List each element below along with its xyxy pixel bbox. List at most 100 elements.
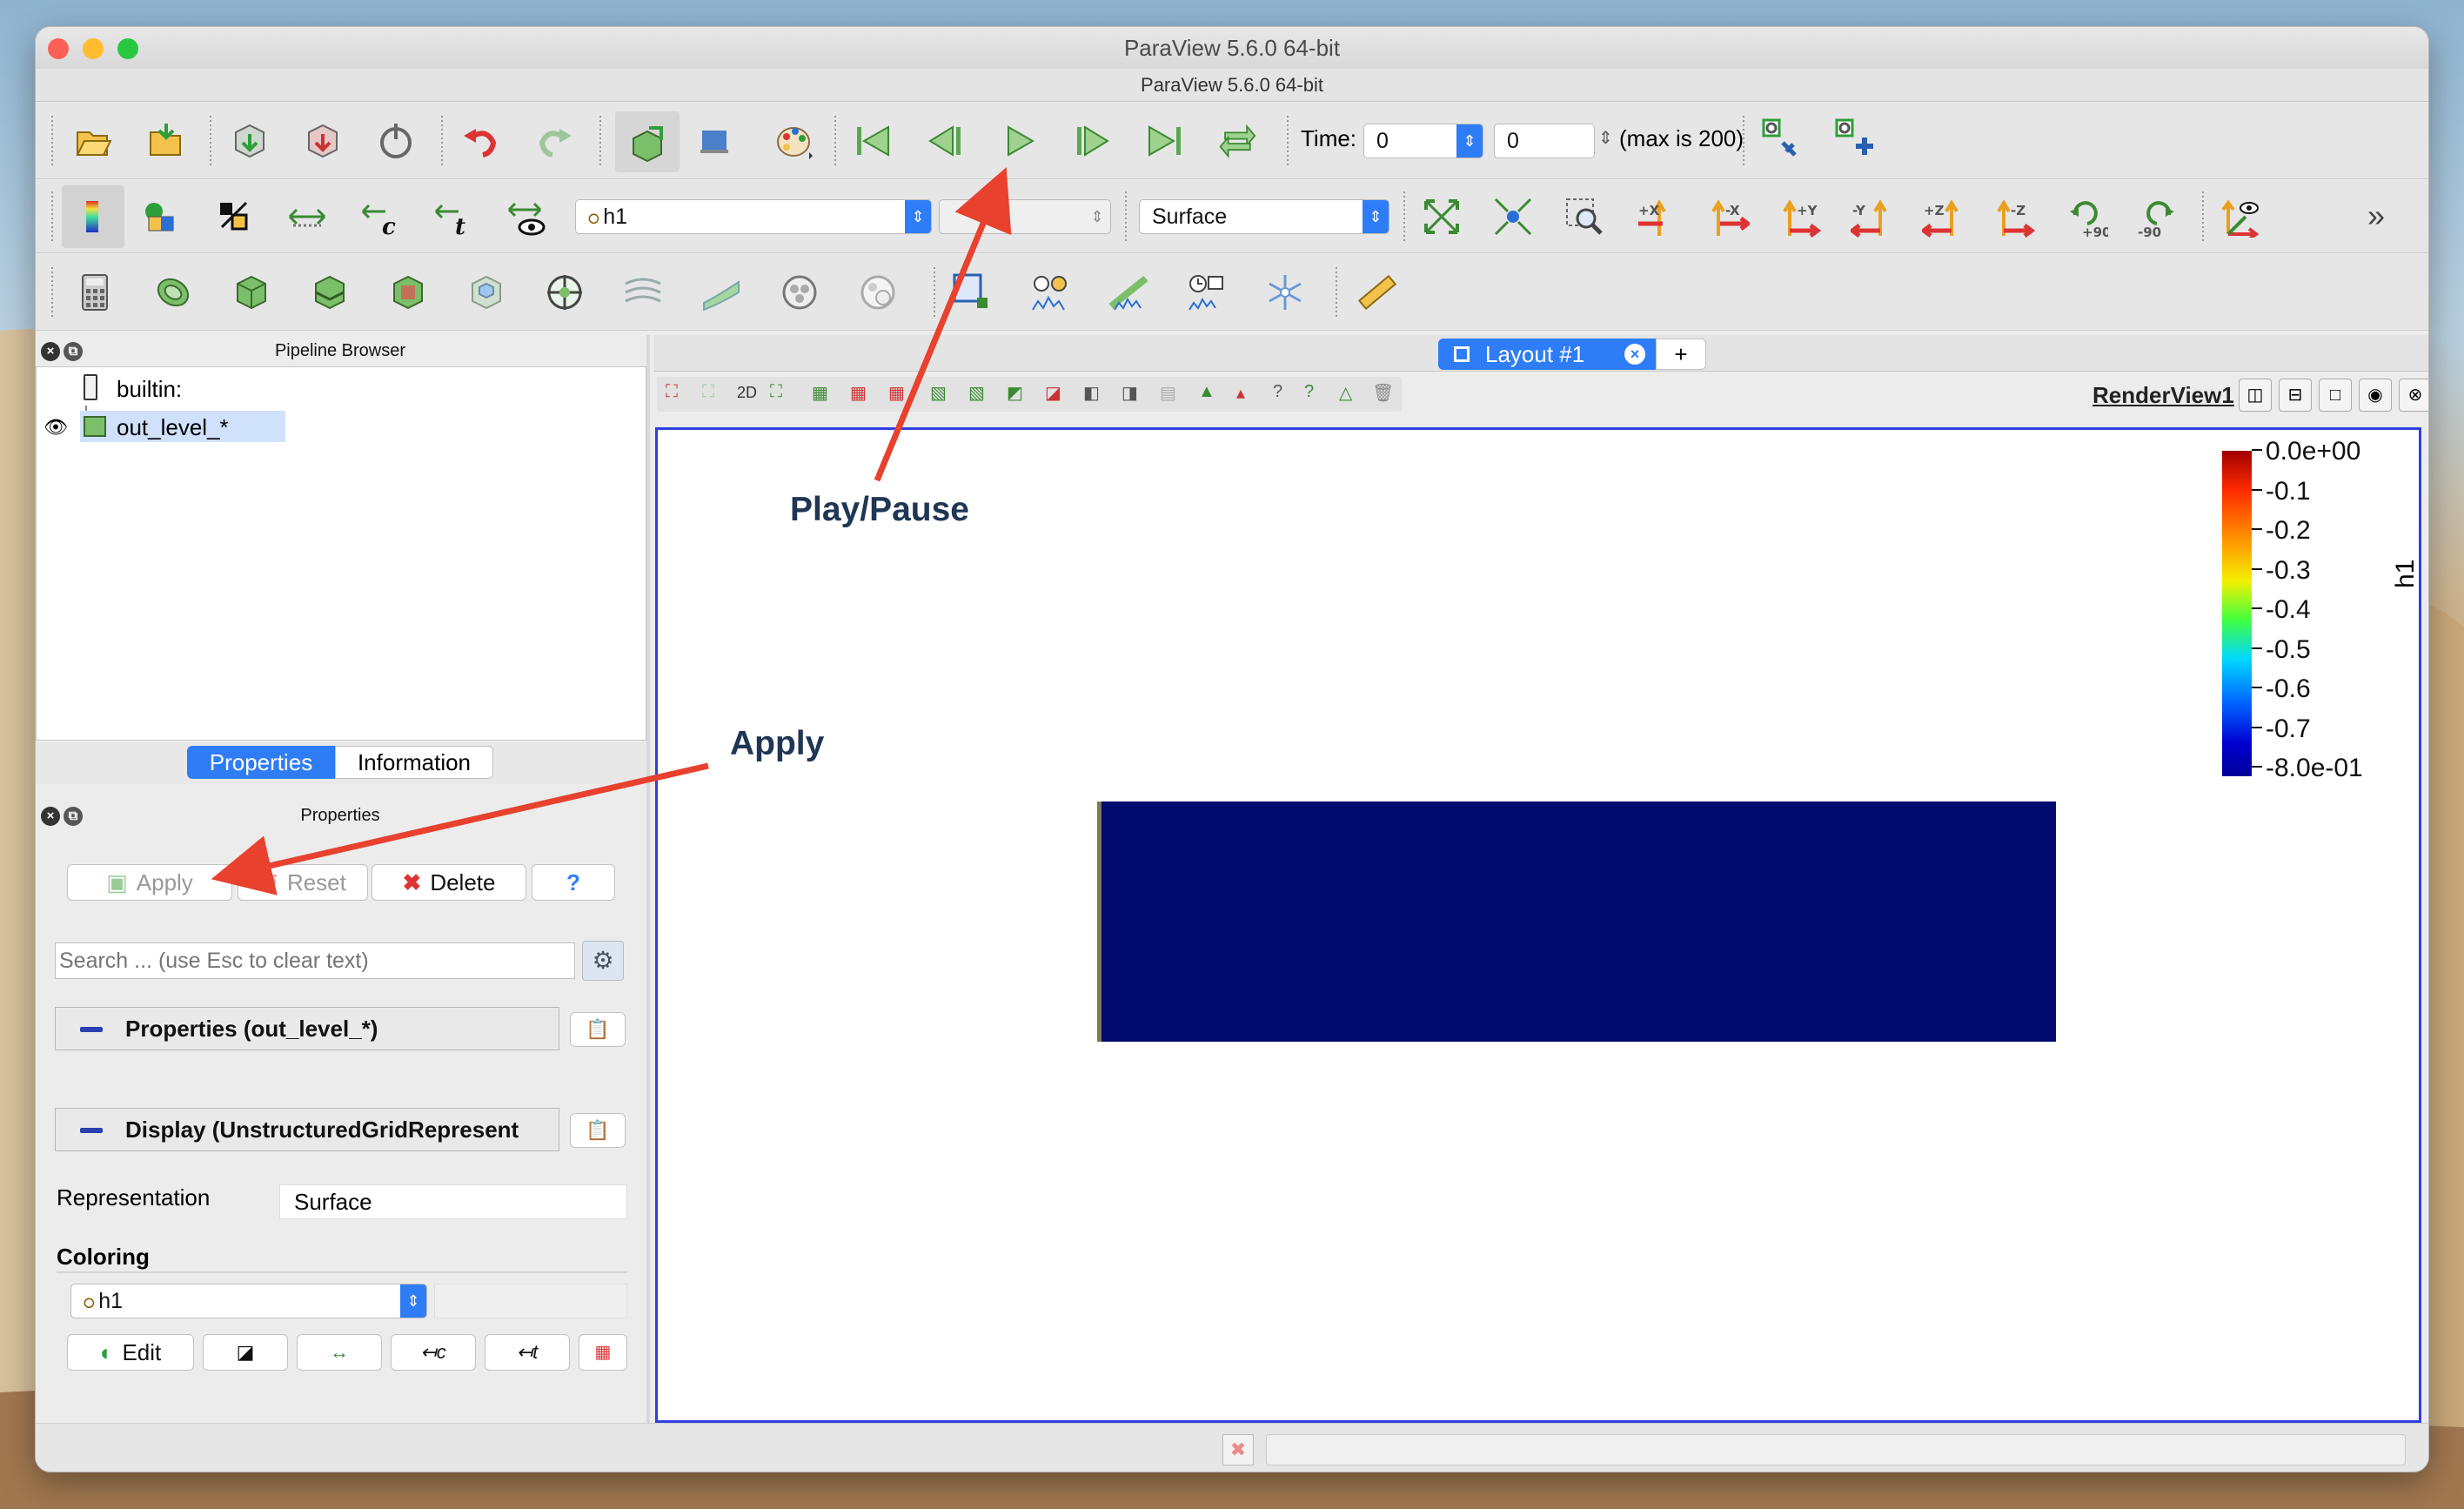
- view-minus-z-icon[interactable]: -Z: [1990, 192, 2039, 241]
- add-selection-icon[interactable]: [1830, 113, 1878, 162]
- query-selection-icon[interactable]: ?: [1304, 382, 1314, 402]
- choose-preset-button[interactable]: ▦: [579, 1334, 627, 1371]
- rotate-plus-90-icon[interactable]: +90: [2063, 192, 2112, 241]
- select-blocks-icon[interactable]: ◪: [1045, 382, 1061, 404]
- stream-tracer-icon[interactable]: [619, 268, 667, 317]
- warp-by-vector-icon[interactable]: [697, 268, 746, 317]
- time-stepper-icon[interactable]: ⇕: [1456, 124, 1483, 158]
- hover-points-icon[interactable]: ▤: [1160, 382, 1176, 404]
- copy-properties-icon[interactable]: 📋: [570, 1012, 626, 1047]
- render-view-label[interactable]: RenderView1: [2092, 382, 2234, 409]
- zoom-window-button[interactable]: [117, 38, 138, 59]
- plot-over-line-icon[interactable]: [1104, 268, 1153, 317]
- rescale-range-button[interactable]: ↔: [297, 1334, 382, 1371]
- representation-field[interactable]: Surface: [279, 1184, 627, 1219]
- splitter-icon[interactable]: [1261, 268, 1309, 317]
- interactive-select-points-icon[interactable]: ◨: [1122, 382, 1138, 404]
- play-pause-icon[interactable]: [994, 117, 1043, 165]
- calculator-icon[interactable]: [70, 268, 119, 317]
- minimize-window-button[interactable]: [83, 38, 104, 59]
- edit-colormap-icon[interactable]: [137, 192, 185, 241]
- display-section-header[interactable]: Display (UnstructuredGridRepresent: [55, 1108, 559, 1151]
- panel-splitter[interactable]: [646, 335, 650, 1454]
- select-polygon-cells-icon[interactable]: ▧: [968, 382, 985, 404]
- contour-icon[interactable]: [149, 268, 198, 317]
- shrink-selection-icon[interactable]: ?: [1273, 382, 1282, 402]
- select-points-on-icon[interactable]: ▦: [850, 382, 867, 404]
- delete-button[interactable]: ✖ Delete: [372, 864, 526, 901]
- close-window-button[interactable]: [48, 38, 69, 59]
- timestep-field[interactable]: 0: [1494, 124, 1595, 158]
- select-cells-through-icon[interactable]: ▦: [888, 382, 905, 404]
- redo-icon[interactable]: [530, 117, 579, 165]
- render-view[interactable]: 0.0e+00 -0.1 -0.2 -0.3 -0.4 -0.5 -0.6 -0.7 -8.0e…: [655, 427, 2421, 1423]
- tab-layout-1[interactable]: Layout #1 ×: [1438, 339, 1656, 370]
- apply-button[interactable]: ▣ Apply: [67, 864, 232, 901]
- undo-icon[interactable]: [457, 117, 506, 165]
- rotate-minus-90-icon[interactable]: -90: [2133, 192, 2181, 241]
- add-layout-button[interactable]: +: [1656, 339, 1706, 370]
- rescale-data-range-icon[interactable]: [283, 192, 331, 241]
- extract-level-icon[interactable]: [854, 268, 902, 317]
- pipeline-item-out-level[interactable]: out_level_*: [80, 411, 285, 442]
- pipeline-item-builtin[interactable]: builtin:: [117, 376, 182, 403]
- visibility-eye-icon[interactable]: 👁: [44, 416, 68, 439]
- clip-icon[interactable]: [227, 268, 276, 317]
- last-frame-icon[interactable]: [1141, 117, 1189, 165]
- extract-subset-icon[interactable]: [462, 268, 511, 317]
- toolbar-overflow-button[interactable]: »: [2367, 198, 2385, 234]
- copy-display-icon[interactable]: 📋: [570, 1113, 626, 1148]
- component-select[interactable]: ⇕: [939, 199, 1111, 234]
- advanced-gear-icon[interactable]: ⚙: [582, 941, 624, 981]
- save-state-icon[interactable]: [298, 117, 347, 165]
- coloring-component-select[interactable]: [434, 1284, 627, 1318]
- plot-data-over-time-icon[interactable]: [1182, 268, 1231, 317]
- find-data-icon[interactable]: [1757, 113, 1805, 162]
- toggle-colorbar-icon[interactable]: [62, 185, 124, 248]
- interactive-select-cells-icon[interactable]: ◧: [1083, 382, 1100, 404]
- plot-selection-icon[interactable]: [1026, 268, 1075, 317]
- colorbar-gradient[interactable]: [2222, 451, 2252, 776]
- group-datasets-icon[interactable]: [775, 268, 824, 317]
- color-palette-icon[interactable]: [763, 111, 827, 172]
- representation-select[interactable]: Surface ⇕: [1139, 199, 1389, 234]
- edit-selection-icon[interactable]: △: [1339, 382, 1352, 404]
- view-minus-y-icon[interactable]: -Y: [1847, 192, 1896, 241]
- previous-frame-icon[interactable]: [921, 117, 970, 165]
- glyph-icon[interactable]: [540, 268, 589, 317]
- view-minus-x-icon[interactable]: -X: [1704, 192, 1753, 241]
- loop-icon[interactable]: [1214, 117, 1262, 165]
- reset-camera-icon[interactable]: [1417, 192, 1466, 241]
- hover-cells-icon[interactable]: ▲: [1198, 382, 1215, 402]
- reset-button[interactable]: ↺ Reset: [238, 864, 368, 901]
- open-file-icon[interactable]: [69, 117, 117, 165]
- invert-colors-button[interactable]: ◪: [203, 1334, 288, 1371]
- maximize-view-icon[interactable]: □: [2319, 379, 2352, 412]
- zoom-closest-icon[interactable]: [1489, 192, 1537, 241]
- invert-colormap-icon[interactable]: [210, 192, 258, 241]
- capture-screenshot-icon[interactable]: ⛶: [666, 382, 678, 402]
- threshold-icon[interactable]: [384, 268, 432, 317]
- rescale-temporal-icon[interactable]: t: [429, 192, 478, 241]
- ruler-icon[interactable]: [1353, 268, 1402, 317]
- time-value-field[interactable]: 0 ⇕: [1363, 124, 1483, 158]
- grow-selection-icon[interactable]: ▴: [1236, 382, 1245, 404]
- rescale-custom-button[interactable]: ↤c: [391, 1334, 476, 1371]
- tab-properties[interactable]: Properties: [187, 746, 335, 779]
- save-data-icon[interactable]: [225, 117, 274, 165]
- view-plus-x-icon[interactable]: +X: [1633, 192, 1682, 241]
- view-plus-y-icon[interactable]: +Y: [1776, 192, 1825, 241]
- properties-search-input[interactable]: [55, 942, 575, 979]
- tab-information[interactable]: Information: [335, 746, 493, 779]
- output-messages-icon[interactable]: ✖: [1222, 1434, 1254, 1465]
- close-layout-icon[interactable]: ×: [1624, 344, 1645, 365]
- auto-apply-icon[interactable]: [615, 111, 680, 172]
- reset-view-icon[interactable]: ⛶: [770, 382, 782, 402]
- select-points-icon[interactable]: [947, 268, 996, 317]
- split-vertical-icon[interactable]: ⊟: [2279, 379, 2312, 412]
- view-2d-toggle[interactable]: 2D: [737, 384, 757, 402]
- orientation-axes-icon[interactable]: [2216, 192, 2265, 241]
- reset-session-icon[interactable]: [690, 117, 739, 165]
- load-state-icon[interactable]: [142, 117, 191, 165]
- properties-section-header[interactable]: Properties (out_level_*): [55, 1007, 559, 1050]
